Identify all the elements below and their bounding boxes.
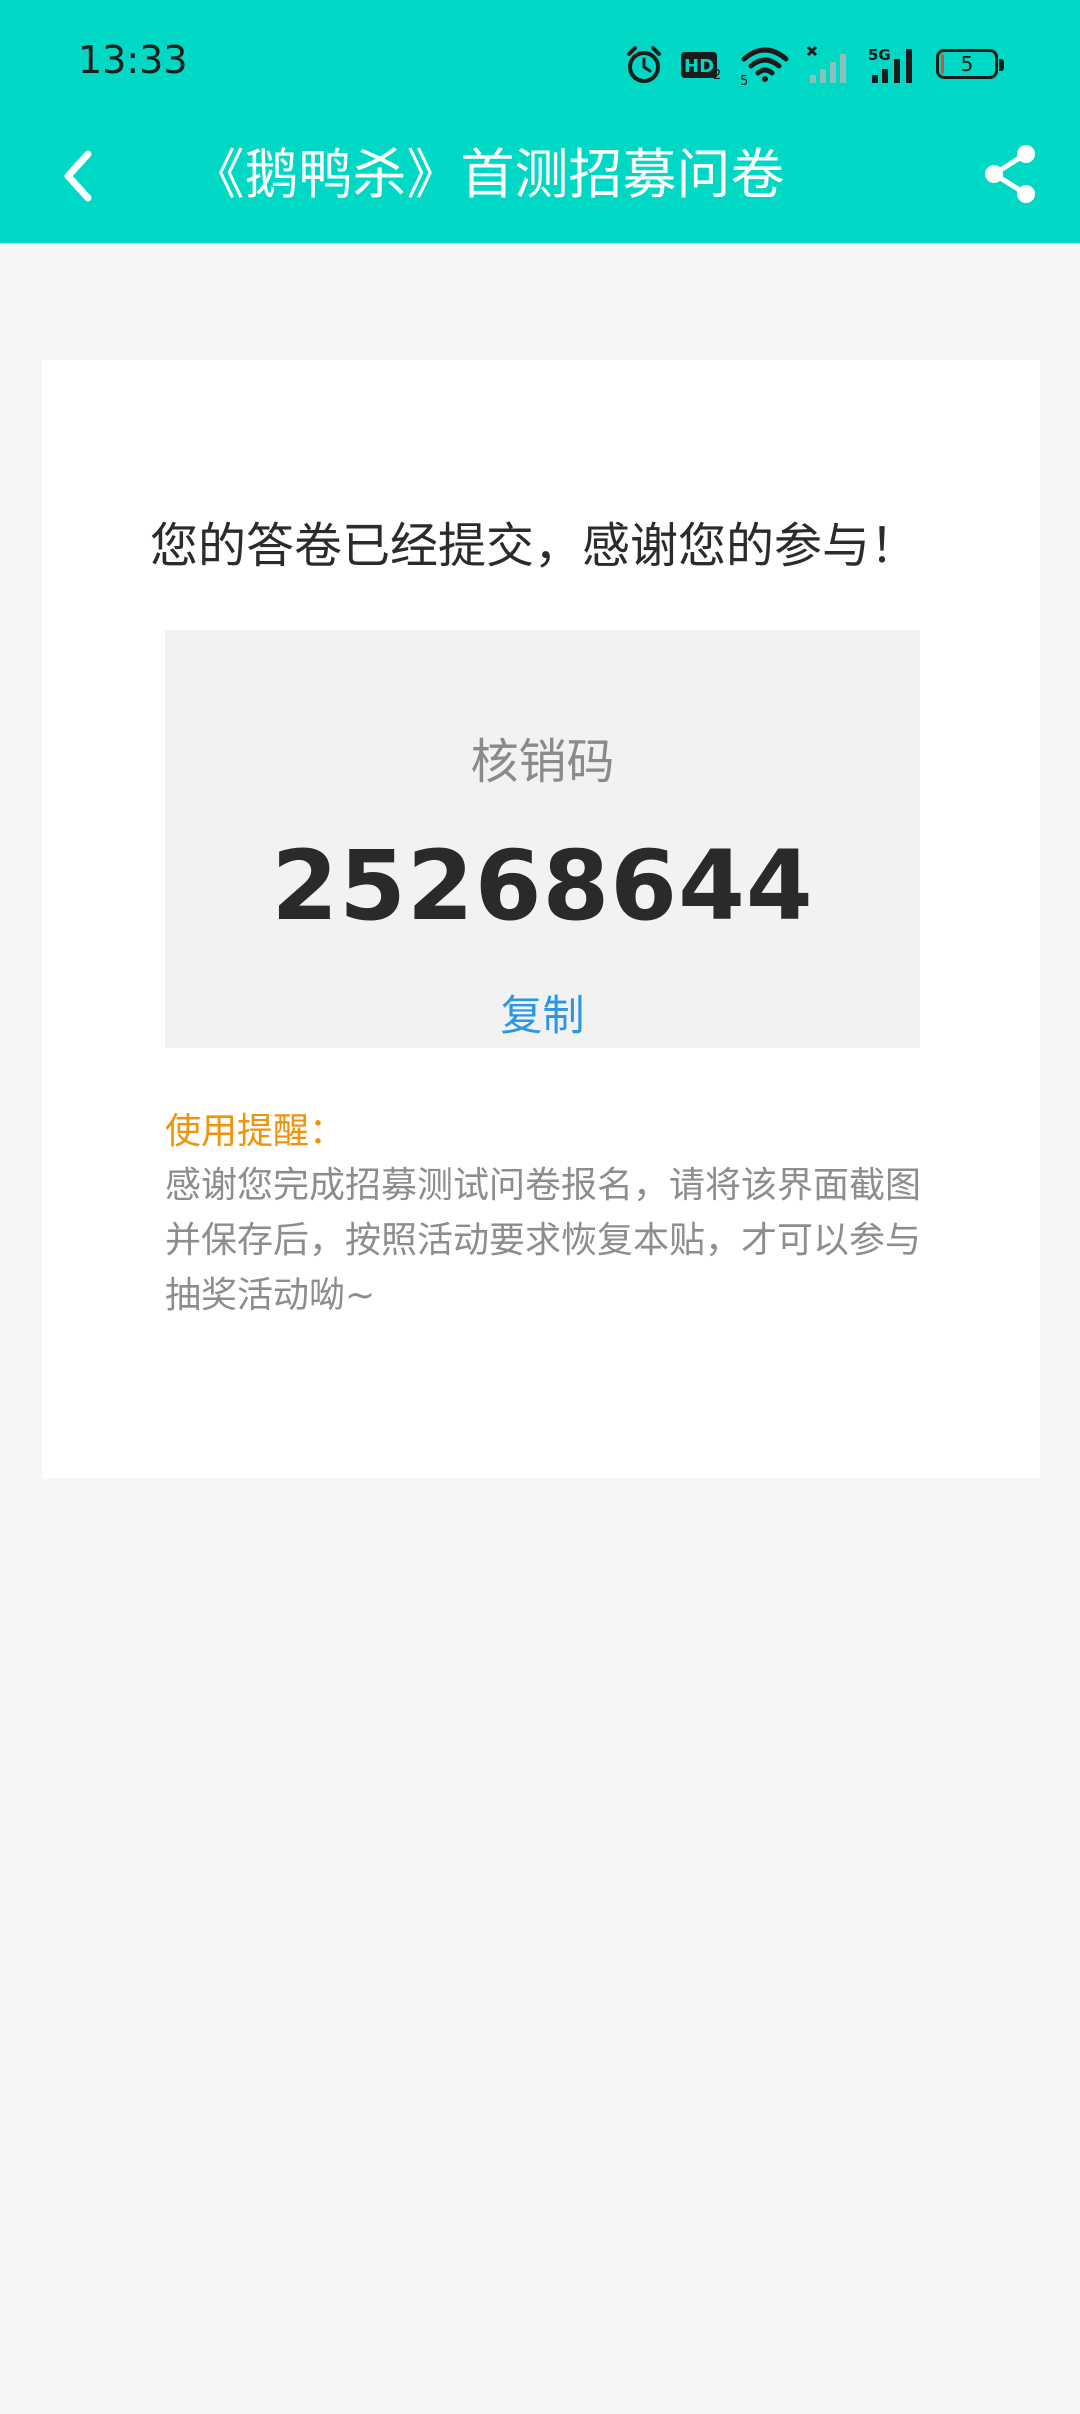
verification-code-box: 核销码 25268644 复制 bbox=[165, 630, 920, 1048]
status-bar: 13:33 HD 2 5 5G 5 bbox=[0, 0, 1080, 128]
reminder-title: 使用提醒： bbox=[165, 1111, 346, 1152]
hd-icon: HD 2 bbox=[680, 49, 724, 81]
share-icon bbox=[982, 144, 1038, 208]
5g-signal-label: 5G bbox=[868, 46, 891, 64]
hd-icon-label: HD bbox=[684, 56, 714, 77]
5g-signal-icon: 5G bbox=[868, 45, 920, 85]
copy-button[interactable]: 复制 bbox=[165, 982, 920, 1043]
alarm-icon bbox=[624, 45, 664, 85]
back-button[interactable] bbox=[38, 138, 118, 218]
wifi-icon: 5 bbox=[740, 45, 790, 85]
status-icons: HD 2 5 5G 5 bbox=[624, 40, 1004, 90]
battery-level: 5 bbox=[960, 52, 974, 76]
reminder-text: 感谢您完成招募测试问卷报名，请将该界面截图并保存后，按照活动要求恢复本贴，才可以… bbox=[165, 1165, 922, 1316]
status-time: 13:33 bbox=[78, 38, 188, 82]
wifi-icon-sub: 5 bbox=[740, 74, 748, 85]
share-button[interactable] bbox=[970, 136, 1050, 216]
signal-icon bbox=[806, 45, 852, 85]
chevron-left-icon bbox=[58, 148, 98, 208]
result-card: 您的答卷已经提交，感谢您的参与！ 核销码 25268644 复制 使用提醒： 感… bbox=[42, 360, 1040, 1478]
success-message: 您的答卷已经提交，感谢您的参与！ bbox=[150, 518, 919, 574]
hd-icon-sub: 2 bbox=[713, 68, 721, 81]
page-title: 《鹅鸭杀》首测招募问卷 bbox=[190, 143, 785, 206]
nav-bar: 《鹅鸭杀》首测招募问卷 bbox=[0, 128, 1080, 243]
code-value: 25268644 bbox=[271, 830, 814, 942]
code-label: 核销码 bbox=[470, 734, 615, 790]
battery-icon: 5 bbox=[936, 49, 1004, 81]
